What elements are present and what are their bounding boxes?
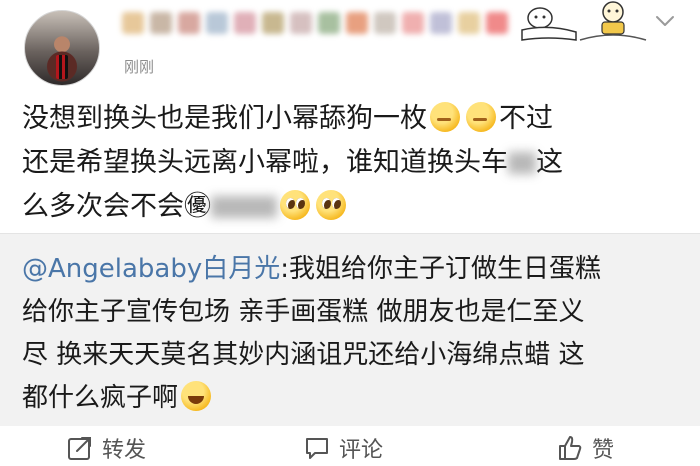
- post-body: 没想到换头也是我们小幂舔狗一枚 不过 还是希望换头远离小幂啦，谁知道换头车这 么多…: [22, 97, 682, 229]
- quote-text-segment: 都什么疯子啊: [22, 383, 179, 413]
- repost-label: 转发: [102, 438, 147, 463]
- post-line: 没想到换头也是我们小幂舔狗一枚 不过: [22, 97, 682, 141]
- action-bar: 转发 评论 赞: [0, 426, 700, 466]
- like-label: 赞: [592, 438, 615, 463]
- quote-line: 尽 换来天天莫名其妙内涵诅咒还给小海绵点蜡 这: [22, 340, 585, 370]
- chevron-down-icon[interactable]: [655, 14, 675, 28]
- post-text-segment: 这: [536, 147, 563, 178]
- repost-button[interactable]: 转发: [66, 432, 146, 464]
- pleading-emoji-icon: [280, 190, 310, 220]
- quoted-post[interactable]: @Angelababy白月光:我姐给你主子订做生日蛋糕 给你主子宣传包场 亲手画…: [0, 233, 700, 426]
- post-text-segment: 不过: [499, 103, 553, 134]
- post-text-segment: ㊝: [184, 191, 211, 222]
- redacted-text: [211, 196, 277, 218]
- post-line: 还是希望换头远离小幂啦，谁知道换头车这: [22, 141, 682, 185]
- comment-button[interactable]: 评论: [303, 432, 383, 464]
- repost-icon: [68, 437, 91, 460]
- thinking-emoji-icon: [466, 102, 496, 132]
- comment-icon: [306, 438, 328, 459]
- post-time: 刚刚: [124, 58, 155, 76]
- mention-link[interactable]: @Angelababy白月光: [22, 254, 280, 284]
- quote-line: 都什么疯子啊: [22, 377, 682, 420]
- post-line: 么多次会不会㊝: [22, 185, 682, 229]
- thinking-emoji-icon: [430, 102, 460, 132]
- avatar[interactable]: [24, 10, 100, 86]
- post-text-segment: 么多次会不会: [22, 191, 184, 222]
- decorative-sticker-icon: [521, 1, 647, 41]
- avatar-jersey: [56, 55, 68, 79]
- comment-label: 评论: [339, 438, 384, 463]
- quoted-post-body: @Angelababy白月光:我姐给你主子订做生日蛋糕 给你主子宣传包场 亲手画…: [22, 248, 682, 420]
- sweat-smile-emoji-icon: [181, 381, 212, 411]
- post-text-segment: 没想到换头也是我们小幂舔狗一枚: [22, 103, 427, 134]
- quote-line: 给你主子宣传包场 亲手画蛋糕 做朋友也是仁至义: [22, 297, 585, 327]
- username-redacted[interactable]: [122, 12, 508, 34]
- post-text-segment: 还是希望换头远离小幂啦，谁知道换头车: [22, 147, 508, 178]
- post-header: 刚刚: [0, 0, 700, 92]
- thumbs-up-icon: [559, 436, 582, 460]
- like-button[interactable]: 赞: [556, 432, 614, 464]
- pleading-emoji-icon: [316, 190, 346, 220]
- redacted-text: [508, 152, 536, 174]
- quote-line: @Angelababy白月光:我姐给你主子订做生日蛋糕: [22, 248, 682, 291]
- quote-text-segment: :我姐给你主子订做生日蛋糕: [280, 254, 602, 284]
